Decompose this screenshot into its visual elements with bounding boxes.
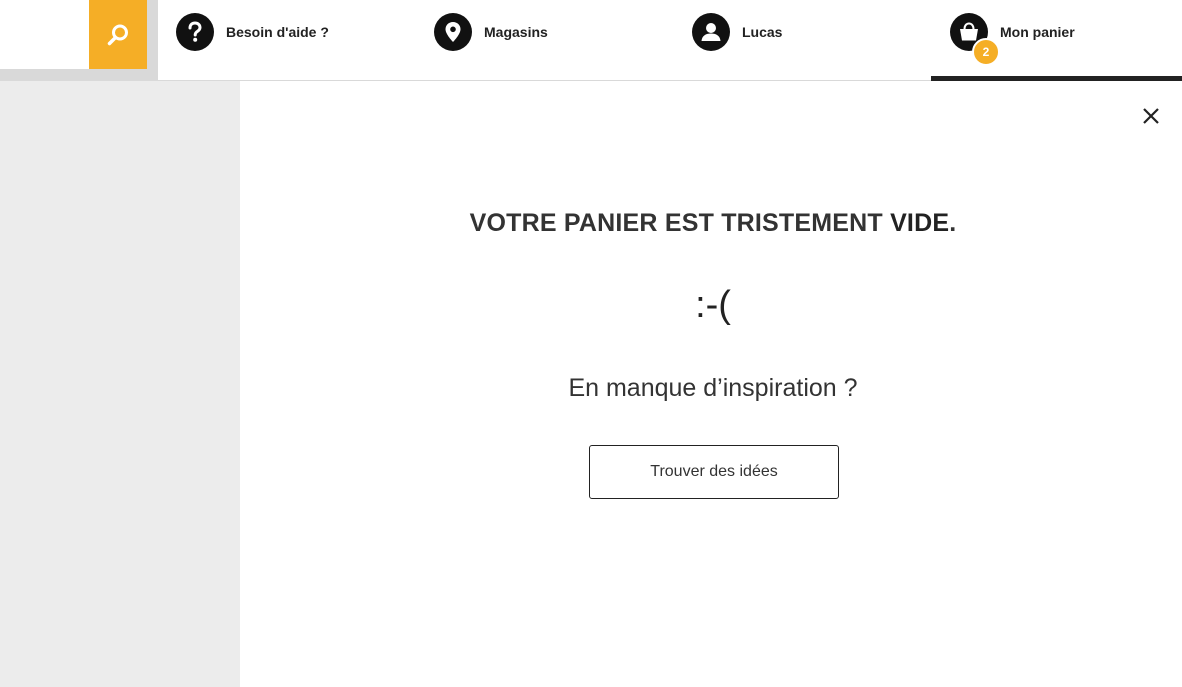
cart-panel: VOTRE PANIER EST TRISTEMENT VIDE. :-( En… [240,81,1182,687]
header-left-divider [0,69,158,81]
location-pin-icon [434,13,472,51]
header-left-divider-vertical [147,0,158,81]
empty-cart-title-prefix: VOTRE PANIER EST TRISTEMENT [469,209,891,237]
close-icon [1143,108,1159,124]
site-header: Besoin d'aide ? Magasins Lucas 2 Mon pan… [0,0,1182,81]
shopping-bag-icon: 2 [950,13,1000,66]
search-icon [107,24,128,45]
cart-count-badge: 2 [972,38,1000,66]
overlay-backdrop[interactable] [0,81,240,687]
nav-stores-label: Magasins [484,24,548,40]
search-button[interactable] [89,0,147,69]
nav-help[interactable]: Besoin d'aide ? [176,13,329,51]
empty-cart-title: VOTRE PANIER EST TRISTEMENT VIDE. [240,209,1182,238]
sad-emoticon: :-( [695,284,731,326]
inspiration-prompt: En manque d’inspiration ? [568,374,858,402]
find-ideas-button[interactable]: Trouver des idées [589,445,839,499]
nav-help-label: Besoin d'aide ? [226,24,329,40]
nav-account[interactable]: Lucas [692,13,782,51]
question-icon [176,13,214,51]
empty-cart-title-emphasis: VIDE [890,209,950,237]
nav-account-label: Lucas [742,24,783,40]
empty-cart-title-suffix: . [949,209,957,237]
nav-cart-label: Mon panier [1000,24,1075,40]
nav-cart[interactable]: 2 Mon panier [950,13,1075,66]
nav-stores[interactable]: Magasins [434,13,548,51]
user-icon [692,13,730,51]
close-button[interactable] [1140,105,1162,127]
